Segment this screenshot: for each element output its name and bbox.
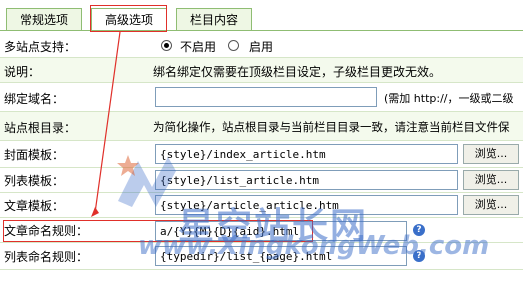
annotation-arrow xyxy=(91,31,121,217)
